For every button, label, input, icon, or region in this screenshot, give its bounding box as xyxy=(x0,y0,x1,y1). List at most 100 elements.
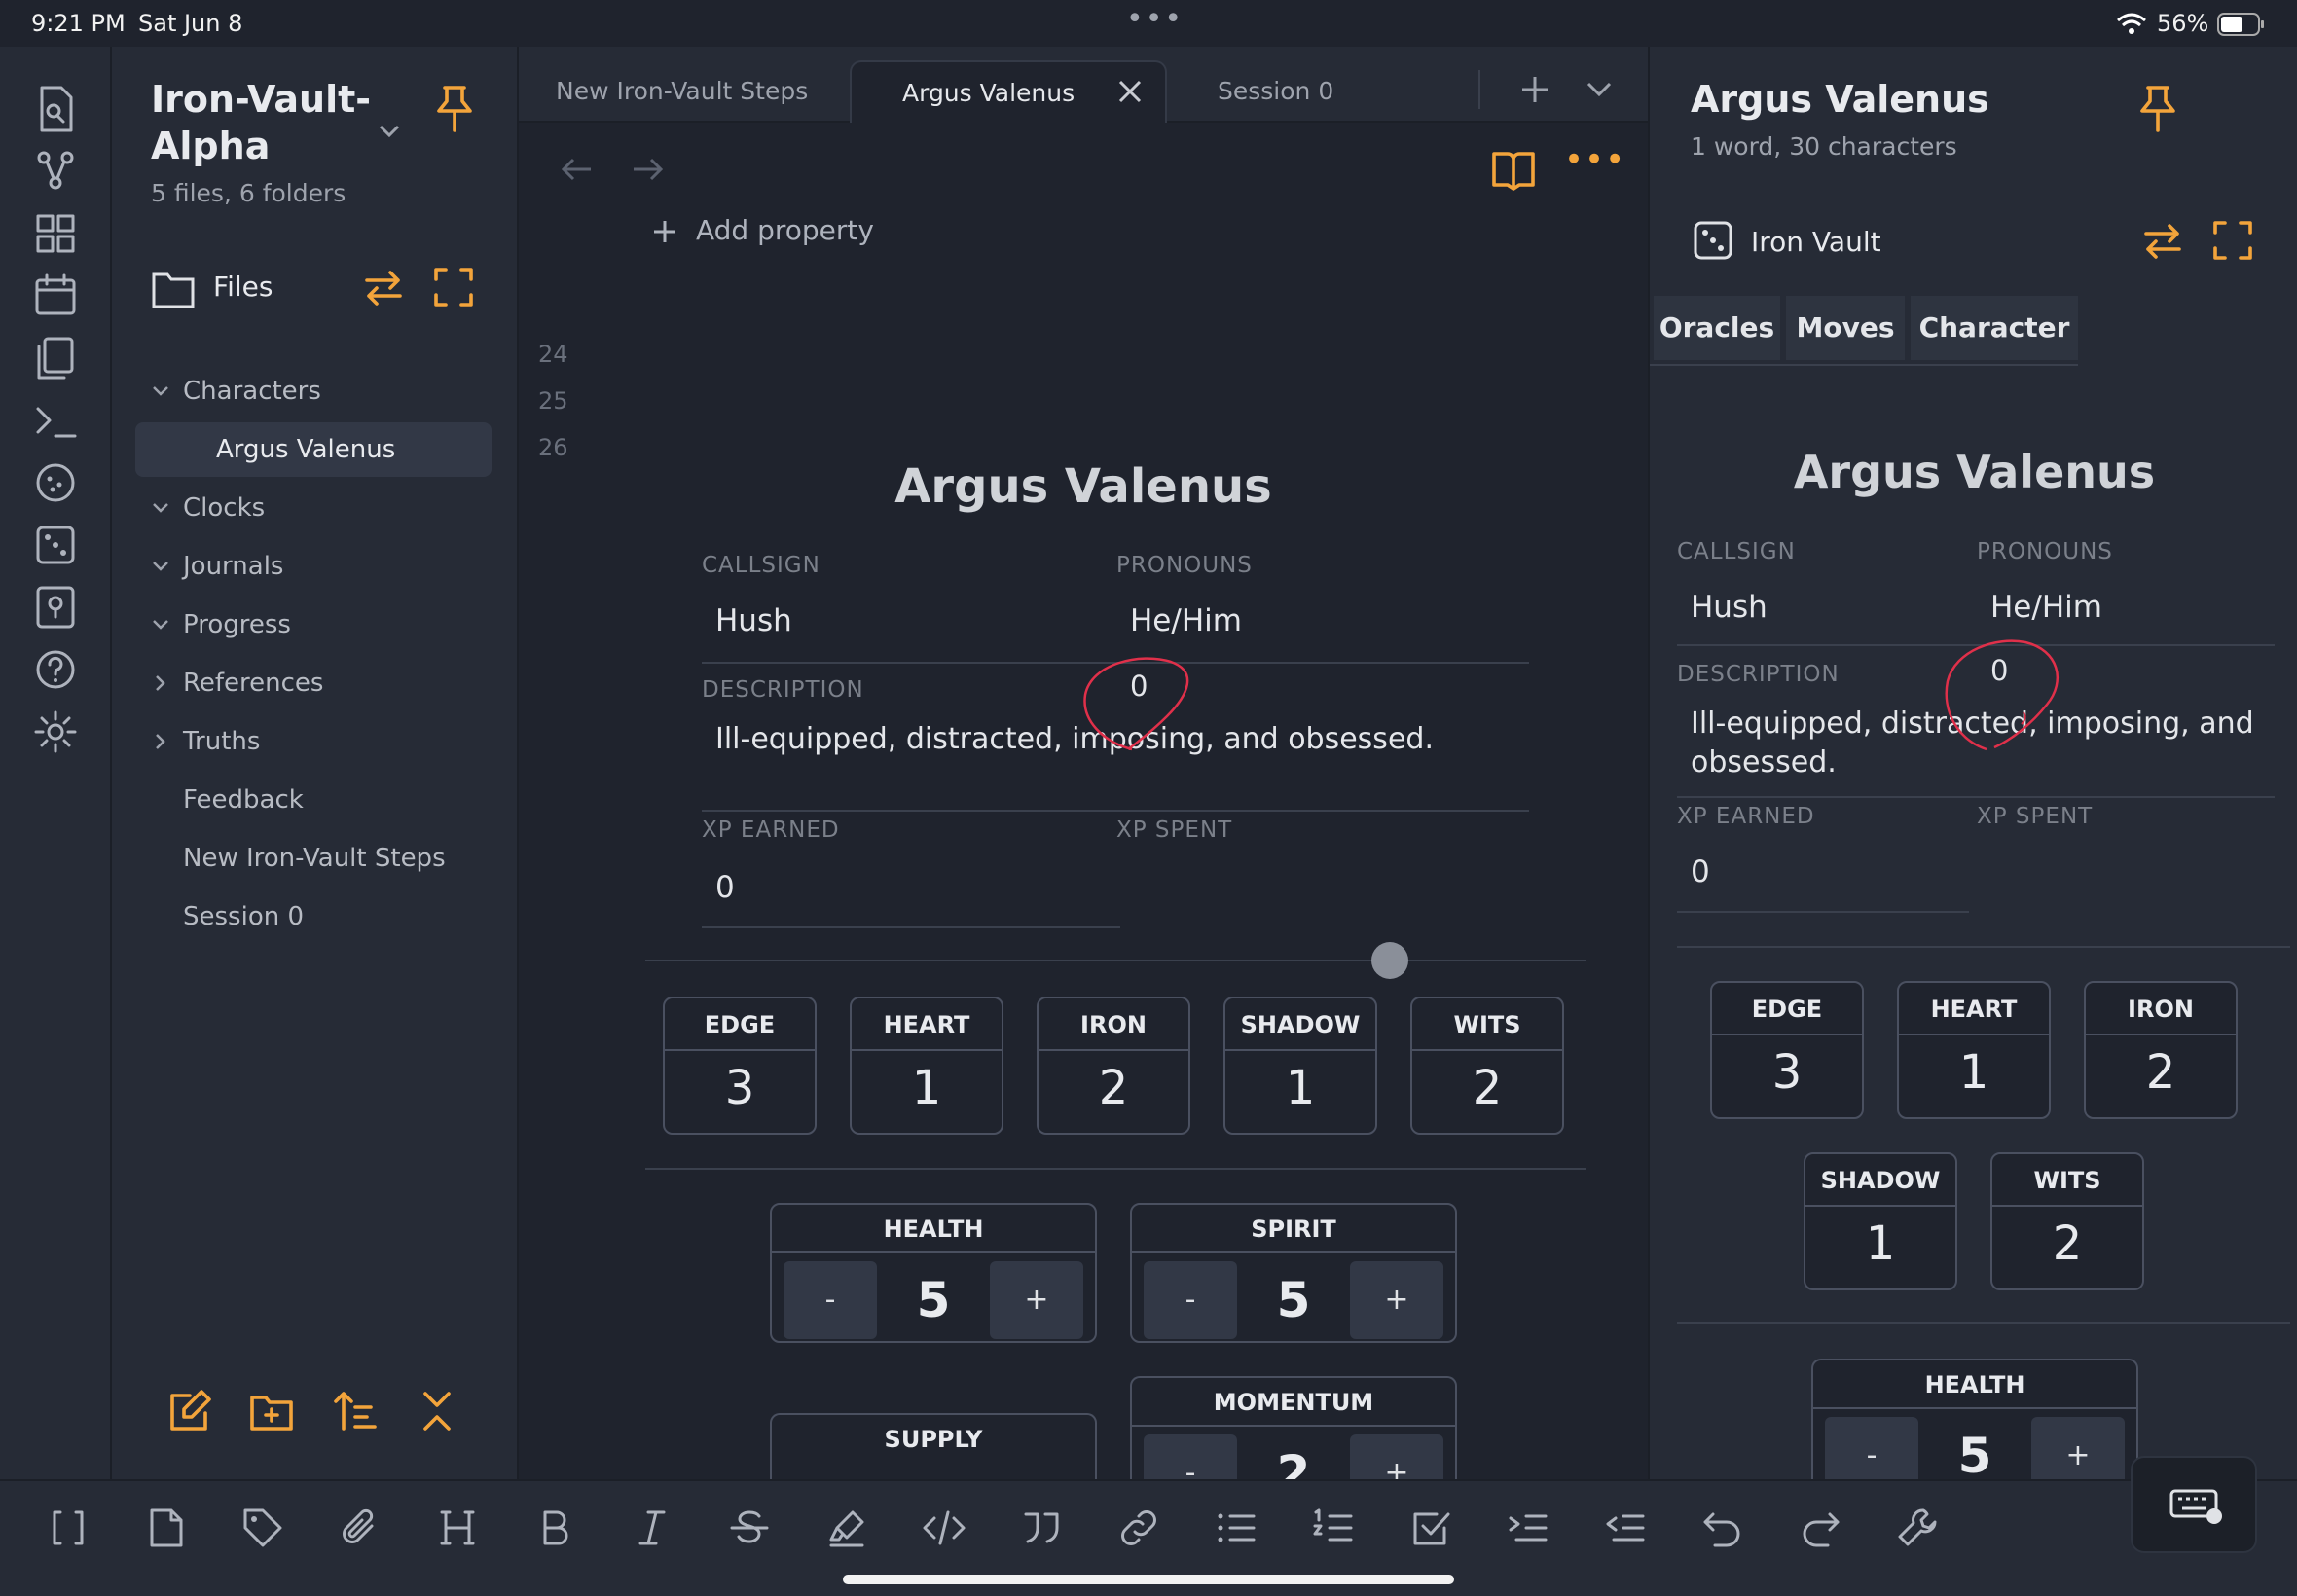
tree-file-session-0[interactable]: Session 0 xyxy=(112,889,519,944)
brackets-icon[interactable] xyxy=(45,1505,91,1551)
xp-earned-value[interactable]: 0 xyxy=(715,870,735,905)
xp-earned-value[interactable]: 0 xyxy=(1691,854,1710,889)
tree-folder-clocks[interactable]: Clocks xyxy=(112,481,519,535)
tab-session-0[interactable]: Session 0 xyxy=(1167,60,1449,123)
close-tab-icon[interactable] xyxy=(1116,78,1144,105)
tree-folder-references[interactable]: References xyxy=(112,656,519,710)
callsign-value[interactable]: Hush xyxy=(715,603,792,638)
forward-arrow-icon[interactable] xyxy=(628,150,667,189)
expand-icon[interactable] xyxy=(2212,220,2253,261)
outdent-icon[interactable] xyxy=(1602,1505,1649,1551)
numbered-list-icon[interactable] xyxy=(1310,1505,1357,1551)
stat-box-wits[interactable]: WITS 2 xyxy=(1990,1152,2144,1290)
map-pin-icon[interactable] xyxy=(28,580,83,635)
stat-box-shadow[interactable]: SHADOW 1 xyxy=(1223,997,1377,1135)
stat-box-iron[interactable]: IRON 2 xyxy=(1037,997,1190,1135)
new-folder-icon[interactable] xyxy=(248,1388,295,1434)
tab-list-chevron-icon[interactable] xyxy=(1586,78,1613,101)
meter-name: HEALTH xyxy=(772,1205,1095,1253)
settings-gear-icon[interactable] xyxy=(28,705,83,759)
health-plus-button[interactable]: + xyxy=(990,1261,1083,1339)
tree-folder-truths[interactable]: Truths xyxy=(112,714,519,769)
pin-icon[interactable] xyxy=(2136,84,2179,134)
indent-icon[interactable] xyxy=(1505,1505,1551,1551)
pronouns-value[interactable]: He/Him xyxy=(1990,590,2102,625)
italic-icon[interactable] xyxy=(629,1505,675,1551)
tab-new-iron-vault-steps[interactable]: New Iron-Vault Steps xyxy=(519,60,850,123)
stat-box-edge[interactable]: EDGE 3 xyxy=(1710,981,1864,1119)
wrench-icon[interactable] xyxy=(1894,1505,1941,1551)
scroll-handle[interactable] xyxy=(1371,942,1408,979)
tab-oracles[interactable]: Oracles xyxy=(1654,296,1780,360)
quote-icon[interactable] xyxy=(1018,1505,1065,1551)
expand-icon[interactable] xyxy=(433,267,474,308)
swap-arrows-icon[interactable] xyxy=(2142,220,2183,261)
keyboard-toggle-button[interactable] xyxy=(2131,1456,2257,1553)
divider xyxy=(1677,796,2275,798)
more-options-icon[interactable]: ••• xyxy=(1564,140,1625,179)
callsign-value[interactable]: Hush xyxy=(1691,590,1768,625)
chevron-down-icon[interactable] xyxy=(375,117,404,146)
bold-icon[interactable] xyxy=(531,1505,578,1551)
back-arrow-icon[interactable] xyxy=(558,150,597,189)
cookie-icon[interactable] xyxy=(28,455,83,510)
calendar-icon[interactable] xyxy=(28,269,83,323)
new-tab-plus-icon[interactable] xyxy=(1519,74,1550,105)
bullet-list-icon[interactable] xyxy=(1213,1505,1259,1551)
copy-files-icon[interactable] xyxy=(28,331,83,385)
tree-folder-characters[interactable]: Characters xyxy=(112,364,519,418)
health-minus-button[interactable]: - xyxy=(1825,1417,1918,1479)
health-minus-button[interactable]: - xyxy=(784,1261,877,1339)
heading-icon[interactable] xyxy=(434,1505,481,1551)
help-icon[interactable] xyxy=(28,642,83,697)
redo-icon[interactable] xyxy=(1797,1505,1843,1551)
multitask-dots-icon[interactable]: ••• xyxy=(1126,2,1184,36)
pin-icon[interactable] xyxy=(433,84,476,134)
swap-arrows-icon[interactable] xyxy=(363,267,404,308)
checkbox-icon[interactable] xyxy=(1407,1505,1454,1551)
document-icon[interactable] xyxy=(142,1505,189,1551)
tree-file-new-iron-vault-steps[interactable]: New Iron-Vault Steps xyxy=(112,831,519,886)
new-note-icon[interactable] xyxy=(166,1388,213,1434)
spirit-plus-button[interactable]: + xyxy=(1350,1261,1443,1339)
tab-moves[interactable]: Moves xyxy=(1786,296,1905,360)
health-plus-button[interactable]: + xyxy=(2031,1417,2125,1479)
stat-box-edge[interactable]: EDGE 3 xyxy=(663,997,817,1135)
spirit-minus-button[interactable]: - xyxy=(1144,1261,1237,1339)
home-indicator[interactable] xyxy=(843,1575,1454,1584)
stat-box-shadow[interactable]: SHADOW 1 xyxy=(1804,1152,1957,1290)
sort-icon[interactable] xyxy=(332,1388,379,1434)
code-icon[interactable] xyxy=(921,1505,967,1551)
terminal-icon[interactable] xyxy=(28,393,83,448)
highlighter-icon[interactable] xyxy=(823,1505,870,1551)
add-property-button[interactable]: Add property xyxy=(696,214,874,246)
xp-spent-label: XP SPENT xyxy=(1977,804,2094,829)
tree-folder-progress[interactable]: Progress xyxy=(112,598,519,652)
link-icon[interactable] xyxy=(1115,1505,1162,1551)
strikethrough-icon[interactable] xyxy=(726,1505,773,1551)
attachment-icon[interactable] xyxy=(337,1505,383,1551)
tag-icon[interactable] xyxy=(239,1505,286,1551)
momentum-plus-button[interactable]: + xyxy=(1350,1434,1443,1479)
stat-box-heart[interactable]: HEART 1 xyxy=(1897,981,2051,1119)
pronouns-value[interactable]: He/Him xyxy=(1130,603,1242,638)
files-label[interactable]: Files xyxy=(213,271,273,303)
stat-box-wits[interactable]: WITS 2 xyxy=(1410,997,1564,1135)
line-number: 25 xyxy=(538,387,568,415)
stat-box-iron[interactable]: IRON 2 xyxy=(2084,981,2238,1119)
vault-name[interactable]: Iron-Vault- Alpha xyxy=(151,76,371,169)
tree-file-argus-valenus[interactable]: Argus Valenus xyxy=(112,422,519,477)
reading-view-book-icon[interactable] xyxy=(1490,148,1537,191)
search-file-icon[interactable] xyxy=(28,82,83,136)
undo-icon[interactable] xyxy=(1699,1505,1746,1551)
graph-view-icon[interactable] xyxy=(28,144,83,199)
tree-file-feedback[interactable]: Feedback xyxy=(112,773,519,827)
plugin-label[interactable]: Iron Vault xyxy=(1751,226,1881,258)
collapse-all-icon[interactable] xyxy=(414,1388,460,1434)
stat-box-heart[interactable]: HEART 1 xyxy=(850,997,1003,1135)
tab-character[interactable]: Character xyxy=(1911,296,2078,360)
momentum-minus-button[interactable]: - xyxy=(1144,1434,1237,1479)
dice-icon[interactable] xyxy=(28,518,83,572)
tree-folder-journals[interactable]: Journals xyxy=(112,539,519,594)
dashboard-icon[interactable] xyxy=(28,206,83,261)
